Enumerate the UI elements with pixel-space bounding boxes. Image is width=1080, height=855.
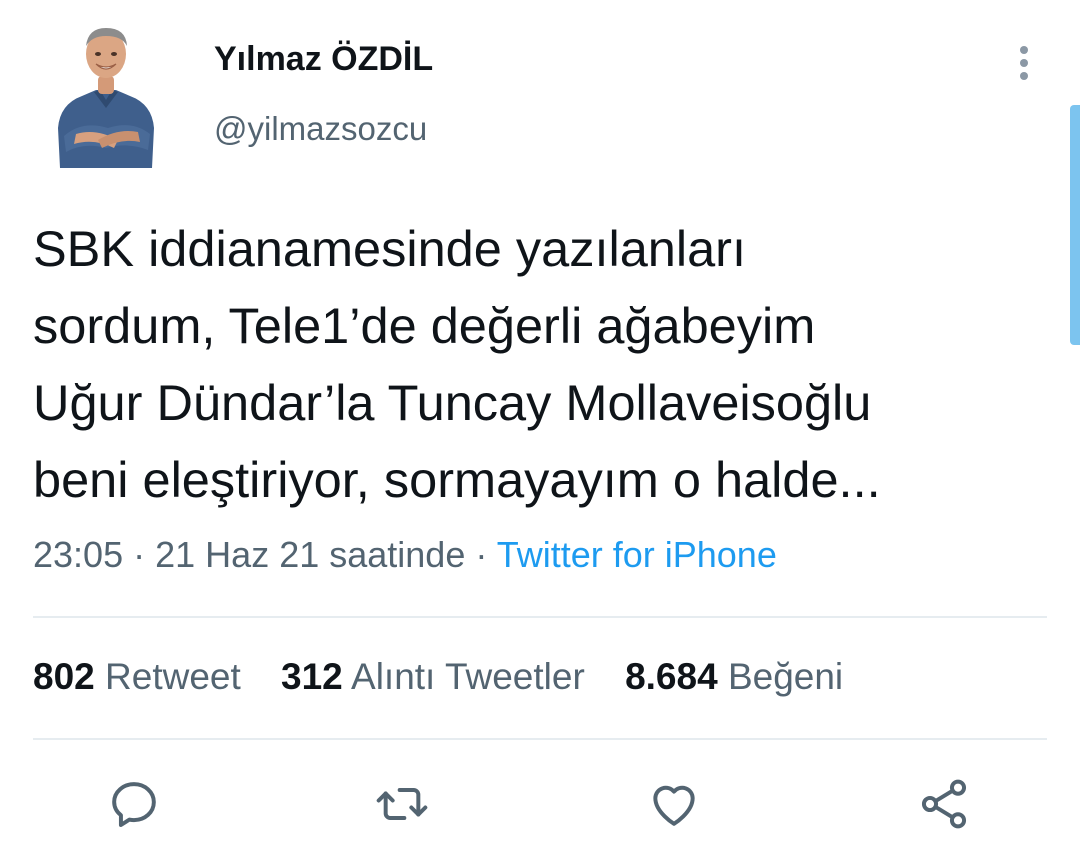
tweet-text-line: beni eleştiriyor, sormayayım o halde...	[33, 451, 881, 508]
divider	[33, 616, 1047, 618]
more-vertical-icon-dot	[1020, 72, 1028, 80]
tweet-text: SBK iddianamesinde yazılanları sordum, T…	[33, 210, 1063, 518]
likes-count: 8.684	[625, 656, 718, 697]
more-vertical-icon-dot	[1020, 59, 1028, 67]
tweet-text-line: Uğur Dündar’la Tuncay Mollaveisoğlu	[33, 374, 872, 431]
tweet-text-line: SBK iddianamesinde yazılanları	[33, 220, 747, 277]
quotes-stat[interactable]: 312 Alıntı Tweetler	[281, 656, 585, 698]
heart-icon	[653, 785, 695, 826]
retweets-stat[interactable]: 802 Retweet	[33, 656, 241, 698]
avatar[interactable]	[52, 16, 160, 168]
quotes-count: 312	[281, 656, 343, 697]
user-handle[interactable]: @yilmazsozcu	[214, 110, 427, 148]
divider	[33, 738, 1047, 740]
meta-separator: ·	[475, 534, 488, 575]
reply-icon	[112, 782, 156, 827]
likes-label: Beğeni	[727, 656, 844, 697]
likes-stat[interactable]: 8.684 Beğeni	[625, 656, 843, 698]
avatar-portrait	[58, 28, 154, 168]
more-options-button[interactable]	[1004, 40, 1044, 86]
tweet-time[interactable]: 23:05	[33, 534, 123, 575]
meta-separator: ·	[133, 534, 146, 575]
like-button[interactable]	[642, 772, 706, 836]
more-vertical-icon	[1020, 46, 1028, 54]
reply-button[interactable]	[102, 772, 166, 836]
tweet-meta: 23:05 · 21 Haz 21 saatinde · Twitter for…	[33, 534, 777, 576]
retweet-icon	[376, 788, 428, 820]
tweet-date[interactable]: 21 Haz 21 saatinde	[155, 534, 465, 575]
display-name[interactable]: Yılmaz ÖZDİL	[214, 40, 433, 79]
tweet-text-line: sordum, Tele1’de değerli ağabeyim	[33, 297, 816, 354]
tweet-detail-screen: Yılmaz ÖZDİL @yilmazsozcu SBK iddianames…	[0, 0, 1080, 855]
tweet-source-link[interactable]: Twitter for iPhone	[497, 534, 777, 575]
retweets-label: Retweet	[105, 656, 241, 697]
share-button[interactable]	[912, 772, 976, 836]
retweet-button[interactable]	[370, 772, 434, 836]
quotes-label: Alıntı Tweetler	[351, 656, 585, 697]
share-icon	[921, 779, 967, 829]
scrollbar-thumb[interactable]	[1070, 105, 1080, 345]
retweets-count: 802	[33, 656, 95, 697]
tweet-stats: 802 Retweet 312 Alıntı Tweetler 8.684 Be…	[33, 656, 873, 698]
